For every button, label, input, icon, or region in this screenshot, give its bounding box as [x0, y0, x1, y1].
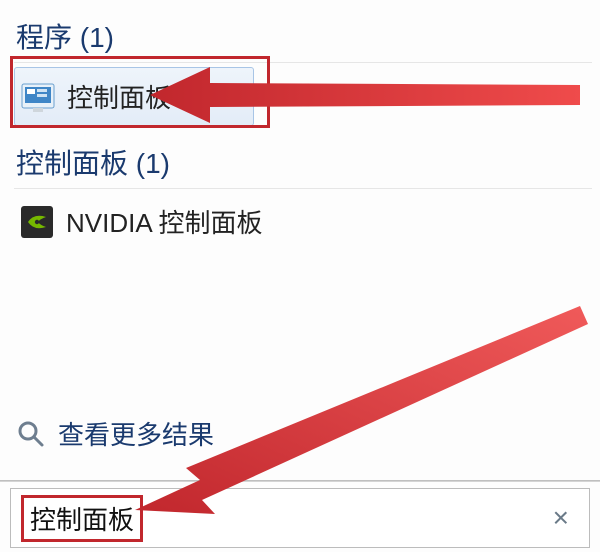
category-header-programs: 程序 (1) — [14, 12, 592, 63]
see-more-results[interactable]: 查看更多结果 — [14, 415, 214, 452]
see-more-results-label: 查看更多结果 — [58, 415, 214, 452]
result-item-label: NVIDIA 控制面板 — [66, 203, 262, 240]
category-header-control-panel: 控制面板 (1) — [14, 138, 592, 189]
search-results-panel: 程序 (1) 控制面板 控制面板 (1) NVIDIA 控制面板 — [0, 0, 600, 250]
separator — [0, 480, 600, 482]
result-item-control-panel[interactable]: 控制面板 — [14, 67, 254, 126]
search-input-row[interactable]: 控制面板 × — [10, 488, 590, 548]
clear-search-button[interactable]: × — [543, 498, 579, 538]
nvidia-icon — [20, 205, 54, 239]
result-item-nvidia-control-panel[interactable]: NVIDIA 控制面板 — [14, 193, 600, 250]
magnifier-icon — [14, 417, 48, 451]
result-item-label: 控制面板 — [67, 78, 171, 115]
search-input-value[interactable]: 控制面板 — [21, 495, 143, 542]
control-panel-icon — [21, 80, 55, 114]
